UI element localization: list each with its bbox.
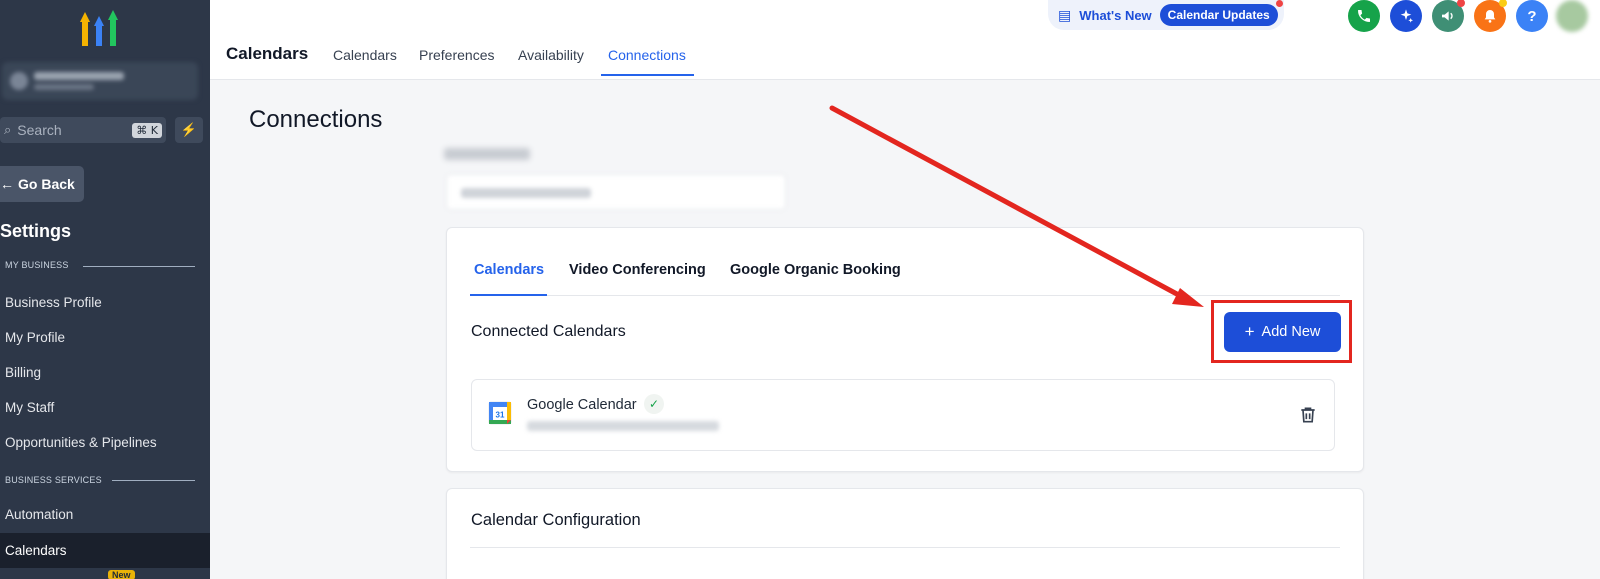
search-icon: ⌕ [4,122,12,137]
account-switcher[interactable] [2,62,198,100]
tab-calendars[interactable]: Calendars [333,47,397,63]
quick-action-bolt-icon[interactable]: ⚡ [175,117,203,143]
arrow-left-icon: ← [0,176,14,192]
sparkle-icon[interactable] [1390,0,1422,32]
page-title: Calendars [226,44,309,63]
tab-availability[interactable]: Availability [518,47,584,63]
section-divider [112,480,195,481]
card-tabs-divider [470,295,1340,296]
card-tab-google-organic-booking[interactable]: Google Organic Booking [730,262,901,278]
sidebar-item-automation[interactable]: Automation [0,499,210,529]
calendar-email-blurred [527,421,719,431]
trash-icon[interactable] [1298,405,1318,425]
tab-preferences[interactable]: Preferences [419,47,494,63]
sidebar-item-my-profile[interactable]: My Profile [0,322,210,352]
google-calendar-icon: 31 [488,401,512,425]
go-back-button[interactable]: ← Go Back [0,166,84,202]
config-divider [470,547,1340,548]
connections-title: Connections [249,106,383,133]
go-back-label: Go Back [18,176,75,192]
calendar-updates-icon: ▤ [1058,6,1072,23]
sidebar-item-opportunities[interactable]: Opportunities & Pipelines [0,427,210,457]
sidebar-item-business-profile[interactable]: Business Profile [0,287,210,317]
calendar-name: Google Calendar [527,397,637,413]
sidebar-item-calendars[interactable]: Calendars [0,533,210,568]
bell-icon[interactable] [1474,0,1507,32]
notification-dot [1276,0,1283,7]
connected-calendar-row [471,379,1335,451]
phone-icon[interactable] [1348,0,1380,32]
check-icon: ✓ [644,394,664,414]
user-select-label-blurred [444,148,530,160]
whats-new-banner[interactable]: ▤ What's New Calendar Updates [1048,0,1284,30]
svg-text:31: 31 [496,411,505,420]
card-tab-video-conferencing[interactable]: Video Conferencing [569,262,706,278]
help-icon[interactable]: ? [1516,0,1548,32]
search-placeholder: Search [17,122,62,138]
section-business-services: BUSINESS SERVICES [5,475,102,485]
calendar-configuration-card [446,488,1364,579]
calendar-configuration-title: Calendar Configuration [471,511,641,529]
app-logo[interactable] [80,8,120,46]
sidebar-item-billing[interactable]: Billing [0,357,210,387]
tab-connections[interactable]: Connections [608,47,686,63]
section-my-business: MY BUSINESS [5,260,69,270]
user-avatar[interactable] [1556,0,1588,32]
account-name-blurred [34,72,124,80]
whats-new-label: What's New [1079,7,1152,23]
search-shortcut: ⌘ K [132,122,162,138]
calendar-updates-pill[interactable]: Calendar Updates [1159,4,1278,26]
account-detail-blurred [34,84,94,90]
active-card-tab-indicator [470,294,547,296]
active-tab-indicator [601,74,694,76]
user-select-dropdown[interactable] [446,174,786,210]
card-tab-calendars[interactable]: Calendars [474,262,544,278]
connected-calendars-title: Connected Calendars [471,323,626,340]
account-avatar [10,72,28,90]
sidebar-search[interactable]: ⌕ Search ⌘ K [0,117,166,143]
sidebar: ⌕ Search ⌘ K ⚡ ← Go Back Settings MY BUS… [0,0,210,579]
megaphone-icon[interactable] [1432,0,1465,32]
sidebar-item-my-staff[interactable]: My Staff [0,392,210,422]
section-divider [83,266,195,267]
settings-title: Settings [0,221,72,241]
new-badge: New [108,570,135,579]
add-new-highlight-box [1211,300,1352,363]
